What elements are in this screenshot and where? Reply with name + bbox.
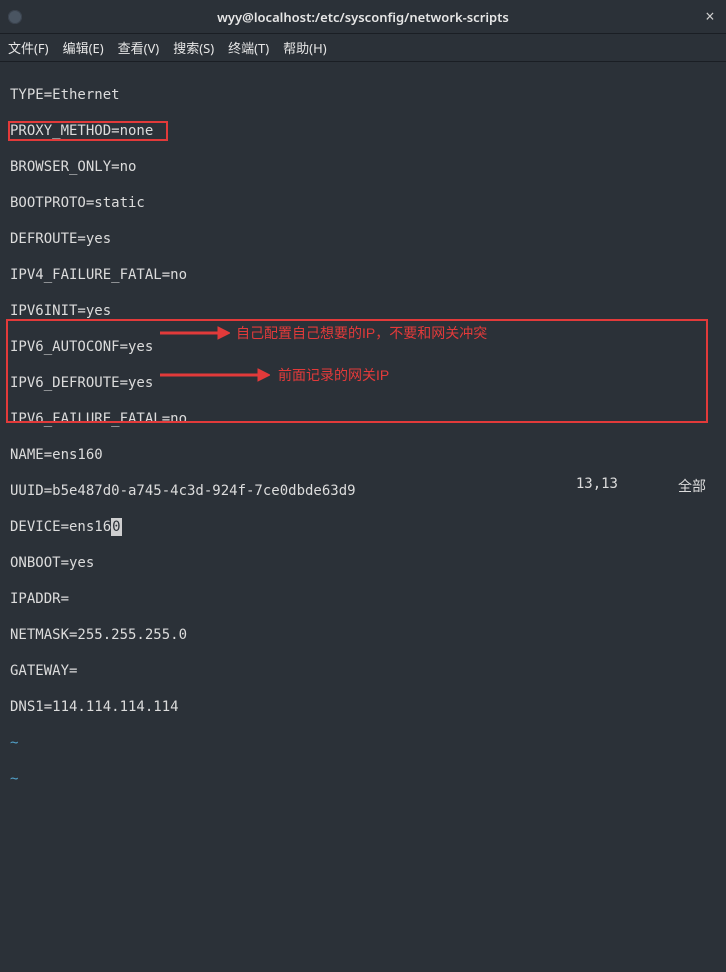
arrow-icon	[160, 368, 270, 382]
config-line: IPADDR=	[10, 590, 716, 608]
config-line: ONBOOT=yes	[10, 554, 716, 572]
config-line: IPV6_FAILURE_FATAL=no	[10, 410, 716, 428]
file-position: 全部	[678, 476, 706, 496]
config-line-cursor: DEVICE=ens160	[10, 518, 716, 536]
annotation-ip: 自己配置自己想要的IP，不要和网关冲突	[236, 324, 487, 342]
config-line: NAME=ens160	[10, 446, 716, 464]
close-icon[interactable]: ×	[702, 9, 718, 25]
menu-edit[interactable]: 编辑(E)	[63, 38, 104, 57]
menu-help[interactable]: 帮助(H)	[283, 38, 326, 57]
annotation-gateway: 前面记录的网关IP	[278, 366, 389, 384]
menu-search[interactable]: 搜索(S)	[173, 38, 214, 57]
vim-empty-line: ~	[10, 770, 716, 788]
arrow-icon	[160, 326, 230, 340]
menu-view[interactable]: 查看(V)	[118, 38, 160, 57]
config-line: DNS1=114.114.114.114	[10, 698, 716, 716]
config-line: GATEWAY=	[10, 662, 716, 680]
config-line: BROWSER_ONLY=no	[10, 158, 716, 176]
terminal-content[interactable]: TYPE=Ethernet PROXY_METHOD=none BROWSER_…	[0, 62, 726, 972]
config-line: NETMASK=255.255.255.0	[10, 626, 716, 644]
cursor-icon: 0	[111, 518, 121, 536]
vim-statusbar: 13,13 全部	[576, 476, 706, 496]
menubar: 文件(F) 编辑(E) 查看(V) 搜索(S) 终端(T) 帮助(H)	[0, 34, 726, 62]
config-line: IPV6INIT=yes	[10, 302, 716, 320]
vim-empty-line: ~	[10, 734, 716, 752]
config-line: TYPE=Ethernet	[10, 86, 716, 104]
config-line: BOOTPROTO=static	[10, 194, 716, 212]
window-title: wyy@localhost:/etc/sysconfig/network-scr…	[0, 8, 726, 26]
config-line: PROXY_METHOD=none	[10, 122, 716, 140]
menu-terminal[interactable]: 终端(T)	[228, 38, 269, 57]
window-titlebar: wyy@localhost:/etc/sysconfig/network-scr…	[0, 0, 726, 34]
window-menu-icon[interactable]	[8, 10, 22, 24]
config-line: IPV4_FAILURE_FATAL=no	[10, 266, 716, 284]
menu-file[interactable]: 文件(F)	[8, 38, 49, 57]
config-line: DEFROUTE=yes	[10, 230, 716, 248]
cursor-position: 13,13	[576, 476, 618, 496]
